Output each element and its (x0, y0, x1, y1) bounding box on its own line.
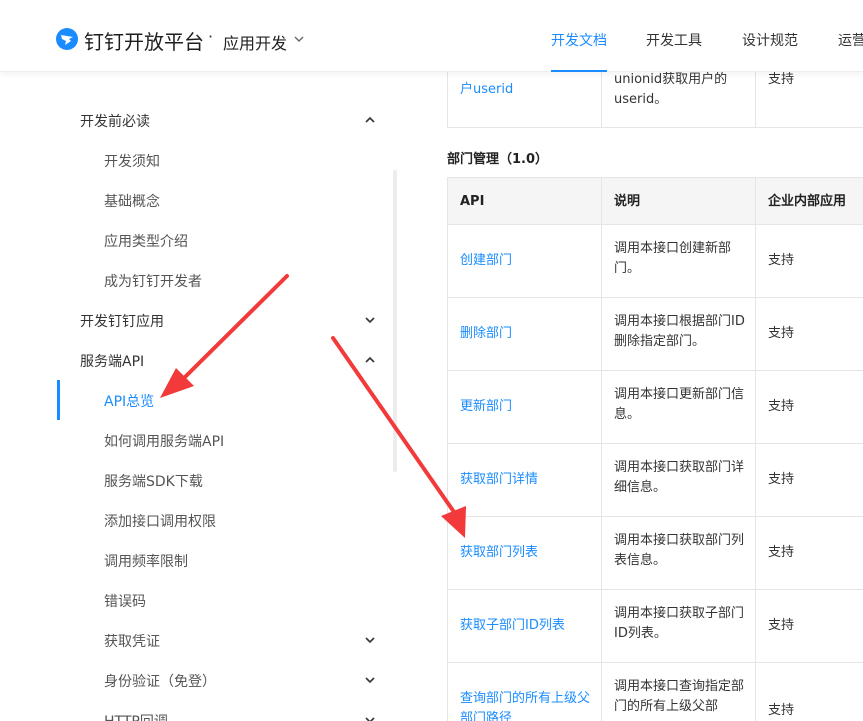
sidebar-scrollbar[interactable] (393, 170, 397, 472)
chevron-down-icon[interactable] (364, 674, 376, 686)
sidebar-item-label: 错误码 (104, 594, 146, 610)
api-description: 调用本接口获取子部门ID列表。 (614, 606, 745, 641)
api-link[interactable]: 查询部门的所有上级父部门路径 (460, 689, 591, 721)
column-header: 企业内部应用 (768, 194, 847, 209)
sidebar-item-server-api[interactable]: 服务端API (0, 340, 395, 380)
support-status: 支持 (768, 618, 795, 633)
support-status: 支持 (768, 326, 795, 341)
chevron-down-icon[interactable] (293, 33, 305, 45)
sidebar-item-get-credentials[interactable]: 获取凭证 (0, 620, 395, 660)
support-status: 支持 (768, 545, 795, 560)
table-row: 户userid unionid获取用户的userid。 支持 (447, 72, 863, 128)
sidebar-item-basic-concepts[interactable]: 基础概念 (0, 180, 395, 220)
table-header: API 说明 企业内部应用 (447, 177, 863, 225)
nav-dev-tools[interactable]: 开发工具 (646, 30, 702, 50)
support-status: 支持 (768, 72, 795, 87)
nav-dev-docs[interactable]: 开发文档 (551, 30, 607, 50)
sidebar-item-app-types[interactable]: 应用类型介绍 (0, 220, 395, 260)
section-title: 部门管理（1.0） (447, 152, 549, 167)
table-row: 更新部门 调用本接口更新部门信息。 支持 (447, 371, 863, 444)
sidebar-item-error-codes[interactable]: 错误码 (0, 580, 395, 620)
active-indicator (57, 380, 60, 420)
sidebar-item-sdk-download[interactable]: 服务端SDK下载 (0, 460, 395, 500)
chevron-up-icon[interactable] (364, 114, 376, 126)
sidebar-item-auth-login[interactable]: 身份验证（免登） (0, 660, 395, 700)
brand-separator: · (208, 27, 214, 46)
sidebar-item-rate-limit[interactable]: 调用频率限制 (0, 540, 395, 580)
sidebar-item-api-overview[interactable]: API总览 (0, 380, 395, 420)
api-link[interactable]: 创建部门 (460, 251, 591, 271)
sidebar-item-add-permissions[interactable]: 添加接口调用权限 (0, 500, 395, 540)
table-row: 创建部门 调用本接口创建新部门。 支持 (447, 225, 863, 298)
api-link[interactable]: 获取子部门ID列表 (460, 616, 591, 636)
table-row: 查询部门的所有上级父部门路径 调用本接口查询指定部门的所有上级父部 支持 (447, 663, 863, 721)
sidebar-item-label: 应用类型介绍 (104, 234, 188, 250)
api-description: 调用本接口获取部门列表信息。 (614, 533, 745, 568)
sidebar-item-label: API总览 (104, 394, 155, 410)
sidebar-item-before-dev[interactable]: 开发前必读 (0, 100, 395, 140)
api-link[interactable]: 户userid (460, 80, 591, 100)
sidebar-item-label: 开发钉钉应用 (80, 314, 164, 330)
sidebar-nav: 开发前必读 开发须知 基础概念 应用类型介绍 成为钉钉开发者 开发钉钉应用 服务… (0, 72, 400, 721)
table-row: 获取部门列表 调用本接口获取部门列表信息。 支持 (447, 517, 863, 590)
sidebar-item-how-to-call[interactable]: 如何调用服务端API (0, 420, 395, 460)
table-row: 获取子部门ID列表 调用本接口获取子部门ID列表。 支持 (447, 590, 863, 663)
api-description: 调用本接口获取部门详细信息。 (614, 460, 745, 495)
sidebar-item-label: 开发前必读 (80, 114, 150, 130)
chevron-down-icon[interactable] (364, 634, 376, 646)
api-description: unionid获取用户的userid。 (614, 72, 728, 107)
sidebar-item-label: HTTP回调 (104, 711, 168, 721)
chevron-up-icon[interactable] (364, 354, 376, 366)
sidebar-item-label: 如何调用服务端API (104, 434, 225, 450)
sidebar-item-http-callback[interactable]: HTTP回调 (0, 700, 395, 721)
main-content: 户userid unionid获取用户的userid。 支持 部门管理（1.0）… (400, 72, 863, 721)
column-header: API (460, 194, 485, 209)
nav-operations[interactable]: 运营 (838, 30, 863, 50)
api-description: 调用本接口创建新部门。 (614, 241, 732, 276)
support-status: 支持 (768, 472, 795, 487)
api-description: 调用本接口查询指定部门的所有上级父部 (614, 679, 745, 714)
api-link[interactable]: 删除部门 (460, 324, 591, 344)
support-status: 支持 (768, 253, 795, 268)
sidebar-item-label: 基础概念 (104, 194, 160, 210)
table-row: 删除部门 调用本接口根据部门ID删除指定部门。 支持 (447, 298, 863, 371)
support-status: 支持 (768, 399, 795, 414)
sidebar-item-become-developer[interactable]: 成为钉钉开发者 (0, 260, 395, 300)
sidebar-item-label: 服务端SDK下载 (104, 474, 203, 490)
sidebar-item-develop-apps[interactable]: 开发钉钉应用 (0, 300, 395, 340)
api-description: 调用本接口更新部门信息。 (614, 387, 745, 422)
brand-name[interactable]: 钉钉开放平台 (84, 26, 204, 55)
sidebar-item-label: 成为钉钉开发者 (104, 274, 202, 290)
sidebar-item-label: 获取凭证 (104, 634, 160, 650)
chevron-down-icon[interactable] (364, 314, 376, 326)
nav-active-indicator (551, 70, 607, 72)
column-header: 说明 (614, 194, 641, 209)
support-status: 支持 (768, 703, 795, 718)
table-row: 获取部门详情 调用本接口获取部门详细信息。 支持 (447, 444, 863, 517)
section-switcher[interactable]: 应用开发 (223, 30, 287, 54)
sidebar-item-label: 调用频率限制 (104, 554, 188, 570)
api-link[interactable]: 获取部门列表 (460, 543, 591, 563)
api-link[interactable]: 更新部门 (460, 397, 591, 417)
chevron-down-icon[interactable] (364, 714, 376, 721)
api-description: 调用本接口根据部门ID删除指定部门。 (614, 314, 745, 349)
sidebar-item-label: 身份验证（免登） (104, 674, 216, 690)
sidebar-item-dev-notes[interactable]: 开发须知 (0, 140, 395, 180)
nav-design-guidelines[interactable]: 设计规范 (742, 30, 798, 50)
sidebar-item-label: 开发须知 (104, 154, 160, 170)
api-link[interactable]: 获取部门详情 (460, 470, 591, 490)
dingtalk-logo-icon[interactable] (56, 28, 78, 50)
top-header: 钉钉开放平台 · 应用开发 开发文档 开发工具 设计规范 运营 (0, 0, 863, 72)
sidebar-item-label: 服务端API (80, 354, 145, 370)
sidebar-item-label: 添加接口调用权限 (104, 514, 216, 530)
